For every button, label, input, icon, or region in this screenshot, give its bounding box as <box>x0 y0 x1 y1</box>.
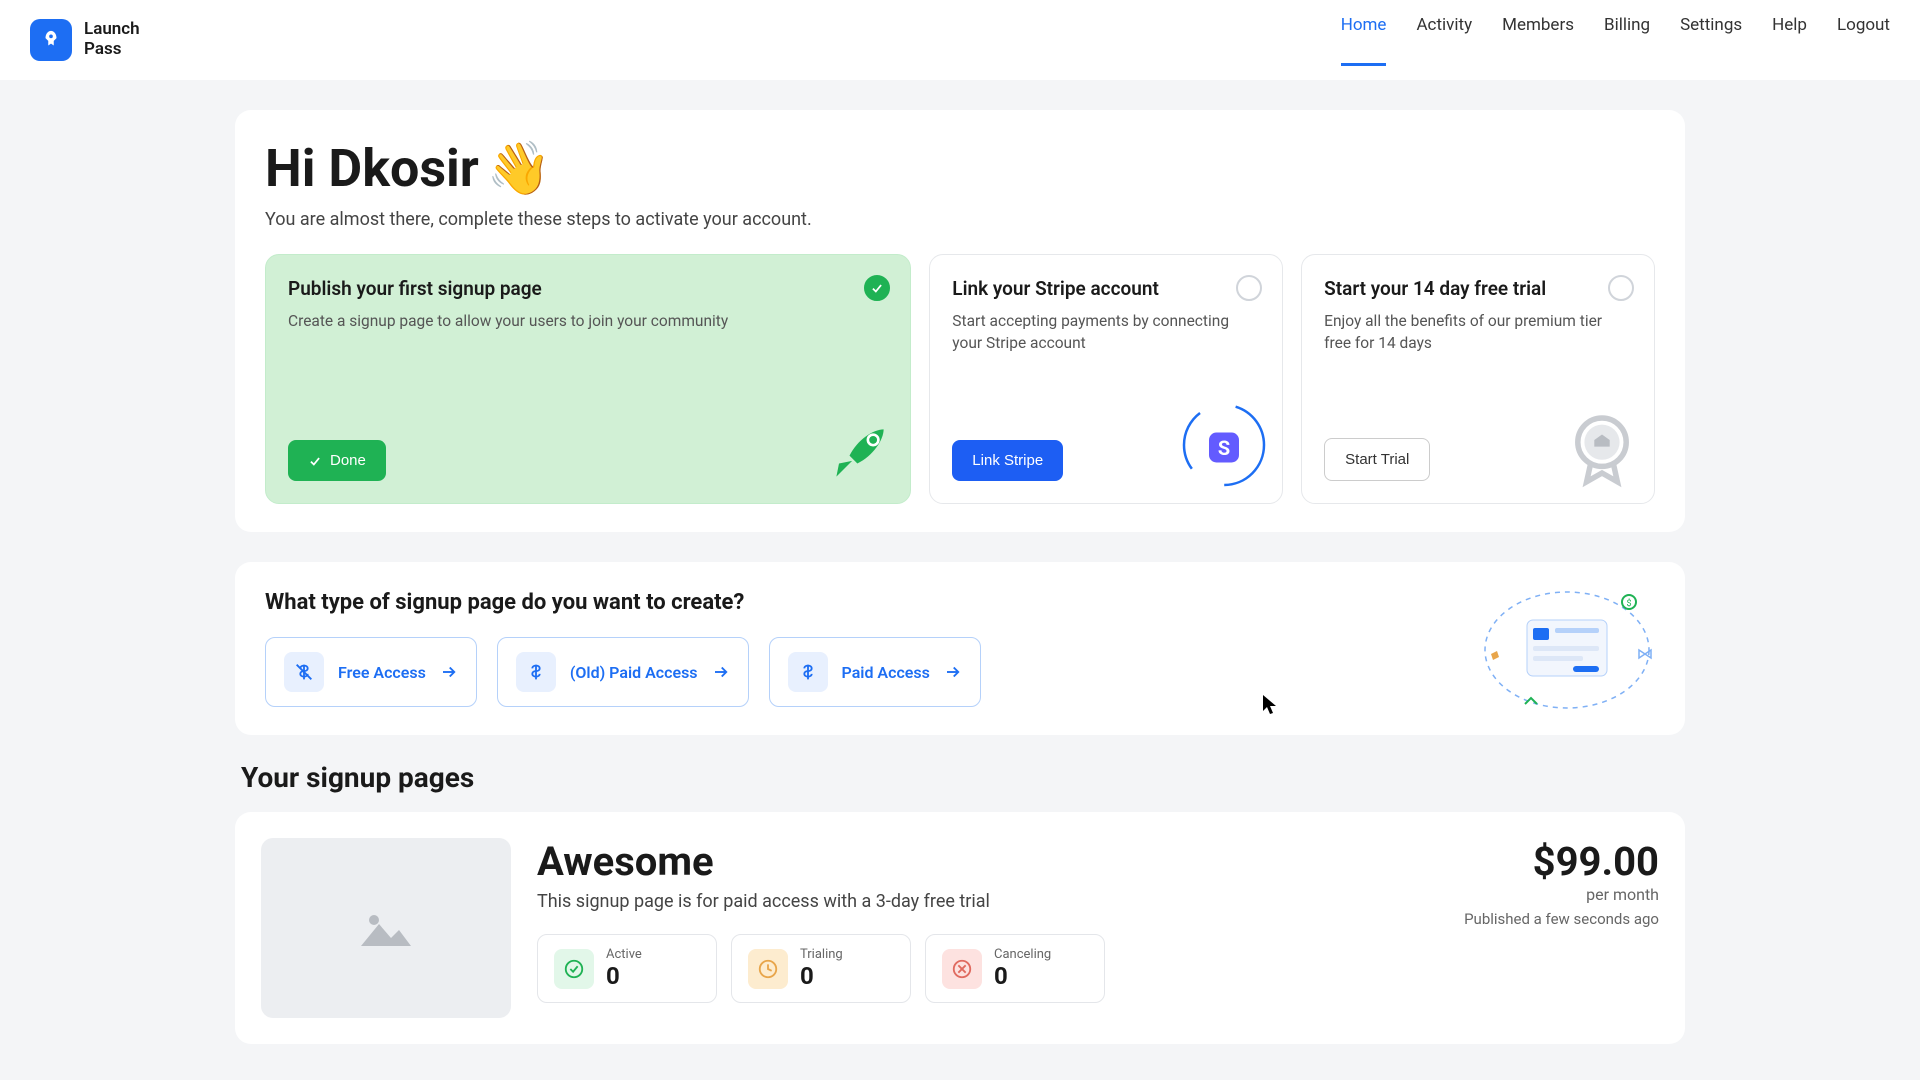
status-circle-empty <box>1608 275 1634 301</box>
done-button[interactable]: Done <box>288 440 386 481</box>
step-publish-title: Publish your first signup page <box>288 277 888 300</box>
brand-text-1: Launch <box>84 20 140 40</box>
no-dollar-icon <box>284 652 324 692</box>
onboarding-panel: Hi Dkosir 👋 You are almost there, comple… <box>235 110 1685 532</box>
option-free-access[interactable]: Free Access <box>265 637 477 707</box>
mouse-cursor-icon <box>1262 694 1278 716</box>
section-title: Your signup pages <box>241 761 1685 794</box>
badge-decor-icon <box>1558 407 1646 495</box>
image-placeholder-icon <box>359 908 413 948</box>
stat-trialing: Trialing 0 <box>731 934 911 1003</box>
nav-help[interactable]: Help <box>1772 15 1807 66</box>
option-oldpaid-label: (Old) Paid Access <box>570 663 698 682</box>
link-stripe-label: Link Stripe <box>972 452 1043 469</box>
stat-active-value: 0 <box>606 962 642 990</box>
nav-home[interactable]: Home <box>1341 15 1387 66</box>
create-panel: What type of signup page do you want to … <box>235 562 1685 735</box>
x-circle-icon <box>942 949 982 989</box>
check-icon <box>308 454 322 468</box>
price-period: per month <box>1464 885 1659 904</box>
step-publish-card: Publish your first signup page Create a … <box>265 254 911 504</box>
nav-settings[interactable]: Settings <box>1680 15 1742 66</box>
create-heading: What type of signup page do you want to … <box>265 590 1655 615</box>
signup-page-title: Awesome <box>537 838 1438 885</box>
step-trial-desc: Enjoy all the benefits of our premium ti… <box>1324 310 1632 355</box>
step-trial-card: Start your 14 day free trial Enjoy all t… <box>1301 254 1655 504</box>
step-trial-title: Start your 14 day free trial <box>1324 277 1632 300</box>
option-free-label: Free Access <box>338 663 426 682</box>
arrow-right-icon <box>440 663 458 681</box>
clock-icon <box>748 949 788 989</box>
published-time: Published a few seconds ago <box>1464 910 1659 928</box>
stat-canceling-label: Canceling <box>994 947 1051 962</box>
option-paid-label: Paid Access <box>842 663 930 682</box>
brand-text-2: Pass <box>84 40 140 60</box>
brand-logo[interactable]: Launch Pass <box>30 19 140 61</box>
thumbnail-placeholder <box>261 838 511 1018</box>
option-old-paid-access[interactable]: (Old) Paid Access <box>497 637 749 707</box>
greeting-title: Hi Dkosir 👋 <box>265 138 1655 199</box>
price-value: $99.00 <box>1464 838 1659 885</box>
link-stripe-button[interactable]: Link Stripe <box>952 440 1063 481</box>
stripe-decor-icon: S <box>1174 395 1274 495</box>
nav-members[interactable]: Members <box>1502 15 1574 66</box>
stat-canceling: Canceling 0 <box>925 934 1105 1003</box>
start-trial-label: Start Trial <box>1345 451 1409 468</box>
nav-logout[interactable]: Logout <box>1837 15 1890 66</box>
rocket-decor-icon <box>818 411 902 495</box>
svg-text:$: $ <box>1626 598 1631 609</box>
signup-page-card: Awesome This signup page is for paid acc… <box>235 812 1685 1044</box>
check-circle-icon <box>554 949 594 989</box>
step-stripe-title: Link your Stripe account <box>952 277 1260 300</box>
dollar-icon <box>516 652 556 692</box>
greeting-text: Hi Dkosir <box>265 138 479 199</box>
svg-text:S: S <box>1218 436 1230 460</box>
status-circle-empty <box>1236 275 1262 301</box>
wave-icon: 👋 <box>487 138 552 199</box>
arrow-right-icon <box>712 663 730 681</box>
arrow-right-icon <box>944 663 962 681</box>
greeting-subtitle: You are almost there, complete these ste… <box>265 209 1655 230</box>
dollar-icon <box>788 652 828 692</box>
nav-activity[interactable]: Activity <box>1416 15 1472 66</box>
stat-canceling-value: 0 <box>994 962 1051 990</box>
stat-active-label: Active <box>606 947 642 962</box>
option-paid-access[interactable]: Paid Access <box>769 637 981 707</box>
stat-active: Active 0 <box>537 934 717 1003</box>
nav-billing[interactable]: Billing <box>1604 15 1650 66</box>
top-navbar: Launch Pass Home Activity Members Billin… <box>0 0 1920 80</box>
step-stripe-desc: Start accepting payments by connecting y… <box>952 310 1260 355</box>
step-publish-desc: Create a signup page to allow your users… <box>288 310 888 332</box>
rocket-icon <box>30 19 72 61</box>
stat-trialing-value: 0 <box>800 962 843 990</box>
step-stripe-card: Link your Stripe account Start accepting… <box>929 254 1283 504</box>
signup-page-desc: This signup page is for paid access with… <box>537 891 1438 912</box>
start-trial-button[interactable]: Start Trial <box>1324 438 1430 481</box>
done-label: Done <box>330 452 366 469</box>
stat-trialing-label: Trialing <box>800 947 843 962</box>
pages-decor-icon: $ <box>1477 580 1657 720</box>
nav-menu: Home Activity Members Billing Settings H… <box>1341 15 1890 66</box>
